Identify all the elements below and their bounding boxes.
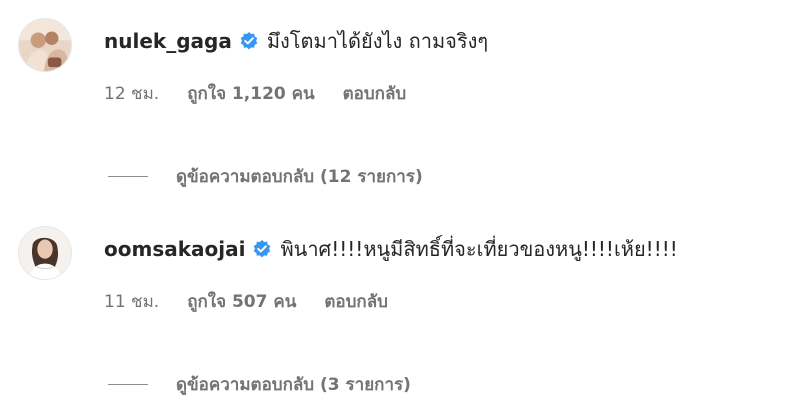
view-replies-button[interactable]: ดูข้อความตอบกลับ (12 รายการ) (108, 163, 423, 190)
username[interactable]: oomsakaojai (104, 237, 245, 261)
comment-item: nulek_gaga มึงโตมาได้ยังไง ถามจริงๆ 12 ช… (18, 0, 788, 200)
timestamp[interactable]: 11 ชม. (104, 288, 159, 315)
view-replies-label: ดูข้อความตอบกลับ (3 รายการ) (176, 375, 411, 395)
verified-badge-icon (252, 239, 272, 259)
comment-item: oomsakaojai พินาศ!!!!หนูมีสิทธิ์ที่จะเที… (18, 208, 788, 408)
comment-text: มึงโตมาได้ยังไง ถามจริงๆ (266, 29, 489, 53)
timestamp[interactable]: 12 ชม. (104, 80, 159, 107)
verified-badge-icon (239, 31, 259, 51)
divider-line (108, 384, 148, 385)
comment-meta: 12 ชม. ถูกใจ 1,120 คน ตอบกลับ (104, 80, 406, 107)
view-replies-button[interactable]: ดูข้อความตอบกลับ (3 รายการ) (108, 371, 411, 398)
comment-meta: 11 ชม. ถูกใจ 507 คน ตอบกลับ (104, 288, 388, 315)
comment-text: พินาศ!!!!หนูมีสิทธิ์ที่จะเที่ยวของหนู!!!… (280, 237, 678, 261)
likes-count[interactable]: ถูกใจ 1,120 คน (187, 80, 314, 107)
avatar[interactable] (18, 226, 72, 280)
reply-button[interactable]: ตอบกลับ (324, 288, 388, 315)
username[interactable]: nulek_gaga (104, 29, 232, 53)
comment-header: nulek_gaga มึงโตมาได้ยังไง ถามจริงๆ (104, 25, 488, 57)
divider-line (108, 176, 148, 177)
avatar[interactable] (18, 18, 72, 72)
view-replies-label: ดูข้อความตอบกลับ (12 รายการ) (176, 167, 423, 187)
likes-count[interactable]: ถูกใจ 507 คน (187, 288, 296, 315)
comment-header: oomsakaojai พินาศ!!!!หนูมีสิทธิ์ที่จะเที… (104, 233, 678, 265)
reply-button[interactable]: ตอบกลับ (343, 80, 407, 107)
